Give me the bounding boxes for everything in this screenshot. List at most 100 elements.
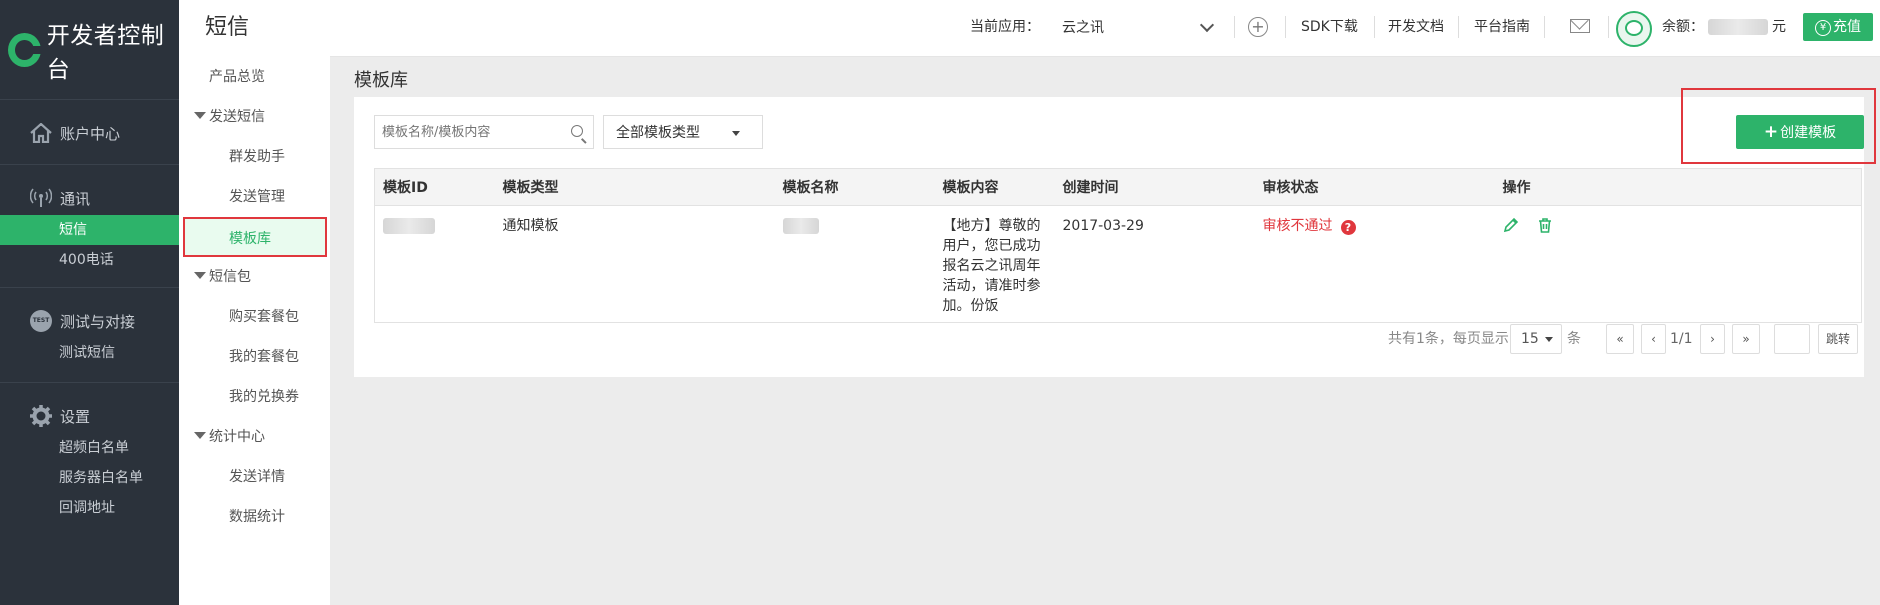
nav-group-account: 账户中心 (0, 100, 179, 165)
nav-head-test[interactable]: TEST 测试与对接 (0, 304, 179, 338)
col-template-id: 模板ID (374, 168, 495, 206)
nav-head-label: 测试与对接 (60, 312, 136, 331)
subnav-group-label: 短信包 (209, 269, 251, 285)
nav-item-freq-whitelist[interactable]: 超频白名单 (0, 433, 179, 463)
page-title: 模板库 (354, 70, 408, 91)
subnav-item-buy-pack[interactable]: 购买套餐包 (179, 297, 330, 337)
status-failed-text: 审核不通过 (1262, 218, 1333, 234)
nav-item-sms[interactable]: 短信 (0, 215, 179, 245)
cell-created-time: 2017-03-29 (1062, 218, 1144, 234)
home-icon (28, 122, 54, 144)
balance-unit: 元 (1772, 19, 1786, 35)
search-input[interactable] (375, 116, 555, 148)
caret-down-icon (732, 131, 740, 136)
col-actions: 操作 (1494, 168, 1862, 206)
yen-icon: ¥ (1815, 20, 1831, 36)
page-size-select[interactable]: 15 (1510, 324, 1562, 354)
nav-item-test-sms[interactable]: 测试短信 (0, 338, 179, 368)
dev-docs-link[interactable]: 开发文档 (1388, 0, 1444, 57)
subnav-item-templates[interactable]: 模板库 (183, 217, 327, 257)
app-select-value: 云之讯 (1062, 20, 1104, 36)
cell-template-name-redacted (775, 206, 935, 323)
cell-template-type: 通知模板 (502, 218, 559, 234)
jump-button[interactable]: 跳转 (1818, 324, 1858, 354)
subnav-item-coupons[interactable]: 我的兑换券 (179, 377, 330, 417)
subnav-item-overview[interactable]: 产品总览 (179, 57, 330, 97)
subnav-group-send[interactable]: 发送短信 (179, 97, 330, 137)
jump-page-input[interactable] (1774, 324, 1810, 354)
subnav-group-label: 统计中心 (209, 429, 265, 445)
first-page-button[interactable]: « (1606, 324, 1634, 354)
nav-head-comm[interactable]: 通讯 (0, 181, 179, 215)
nav-head-label: 账户中心 (60, 124, 121, 143)
cell-actions (1495, 206, 1862, 323)
table-header-row: 模板ID 模板类型 模板名称 模板内容 创建时间 审核状态 操作 (374, 168, 1862, 206)
add-app-button[interactable]: + (1248, 1, 1268, 58)
platform-guide-link[interactable]: 平台指南 (1474, 0, 1530, 57)
help-icon[interactable]: ? (1340, 220, 1356, 235)
app-select[interactable]: 云之讯 (1052, 12, 1222, 44)
table-row: 通知模板 【地方】尊敬的用户，您已成功报名云之讯周年活动，请准时参加。份饭 20… (375, 206, 1862, 323)
subnav-item-data-stats[interactable]: 数据统计 (179, 497, 330, 537)
caret-down-icon (194, 272, 206, 279)
recharge-button[interactable]: ¥ 充值 (1803, 13, 1873, 41)
nav-head-account[interactable]: 账户中心 (0, 116, 179, 150)
logo-icon (8, 32, 42, 67)
sub-nav: 短信 产品总览 发送短信 群发助手 发送管理 模板库 短信包 购买套餐包 我的套… (179, 0, 330, 605)
test-icon: TEST (28, 310, 54, 332)
top-bar: 当前应用： 云之讯 + SDK下载 开发文档 平台指南 余额： 元 ¥ 充值 (330, 0, 1880, 57)
pager-summary: 共有1条，每页显示 (1388, 324, 1509, 354)
sdk-download-link[interactable]: SDK下载 (1301, 0, 1358, 57)
template-panel: 全部模板类型 +创建模板 模板ID 模板类型 模板名称 模板内容 创建时间 审核… (354, 88, 1876, 377)
avatar[interactable] (1616, 11, 1652, 47)
chevron-down-icon (1199, 17, 1215, 33)
left-nav: 开发者控制台 账户中心 通讯 短信 400电话 TEST 测试与对接 测试短信 (0, 0, 179, 605)
pager-summary-suffix: 条 (1567, 331, 1581, 347)
subnav-group-stats[interactable]: 统计中心 (179, 417, 330, 457)
search-icon[interactable] (571, 125, 583, 137)
subnav-group-pack[interactable]: 短信包 (179, 257, 330, 297)
edit-icon[interactable] (1503, 217, 1519, 233)
balance-label: 余额： (1662, 19, 1704, 35)
current-app-label: 当前应用： (970, 19, 1040, 35)
subnav-group-label: 发送短信 (209, 109, 265, 125)
search-box[interactable] (374, 115, 594, 149)
plus-icon: + (1763, 122, 1779, 142)
col-template-name: 模板名称 (774, 168, 935, 206)
recharge-label: 充值 (1833, 19, 1861, 35)
subnav-item-send-detail[interactable]: 发送详情 (179, 457, 330, 497)
prev-page-button[interactable]: ‹ (1641, 324, 1666, 354)
cell-template-content: 【地方】尊敬的用户，您已成功报名云之讯周年活动，请准时参加。份饭 (942, 218, 1041, 314)
subnav-item-my-pack[interactable]: 我的套餐包 (179, 337, 330, 377)
template-type-select[interactable]: 全部模板类型 (603, 115, 763, 149)
nav-item-400[interactable]: 400电话 (0, 245, 179, 275)
caret-down-icon (194, 112, 206, 119)
col-review-status: 审核状态 (1254, 168, 1495, 206)
next-page-button[interactable]: › (1700, 324, 1725, 354)
create-template-button[interactable]: + 创建模板 (1736, 115, 1864, 149)
plus-circle-icon: + (1248, 17, 1268, 37)
brand-logo[interactable]: 开发者控制台 (0, 0, 179, 100)
caret-down-icon (1545, 337, 1553, 342)
subnav-title: 短信 (205, 15, 250, 40)
nav-item-server-whitelist[interactable]: 服务器白名单 (0, 463, 179, 493)
balance-value-redacted (1708, 0, 1768, 57)
create-template-label: 创建模板 (1780, 125, 1837, 141)
logo-text: 开发者控制台 (46, 22, 165, 83)
nav-group-comm: 通讯 短信 400电话 (0, 165, 179, 288)
last-page-button[interactable]: » (1732, 324, 1760, 354)
cell-template-id-redacted (375, 206, 495, 323)
subnav-item-send-manage[interactable]: 发送管理 (179, 177, 330, 217)
page-size-value: 15 (1521, 331, 1539, 347)
trash-icon[interactable] (1537, 217, 1553, 233)
template-table: 模板ID 模板类型 模板名称 模板内容 创建时间 审核状态 操作 通知模板 【地… (374, 168, 1862, 323)
nav-head-settings[interactable]: 设置 (0, 399, 179, 433)
col-created-time: 创建时间 (1054, 168, 1255, 206)
message-button[interactable] (1570, 0, 1590, 57)
subnav-item-bulk[interactable]: 群发助手 (179, 137, 330, 177)
nav-head-label: 通讯 (60, 189, 91, 208)
caret-down-icon (194, 432, 206, 439)
col-template-content: 模板内容 (934, 168, 1055, 206)
nav-item-callback[interactable]: 回调地址 (0, 493, 179, 523)
page-info: 1/1 (1670, 331, 1693, 347)
